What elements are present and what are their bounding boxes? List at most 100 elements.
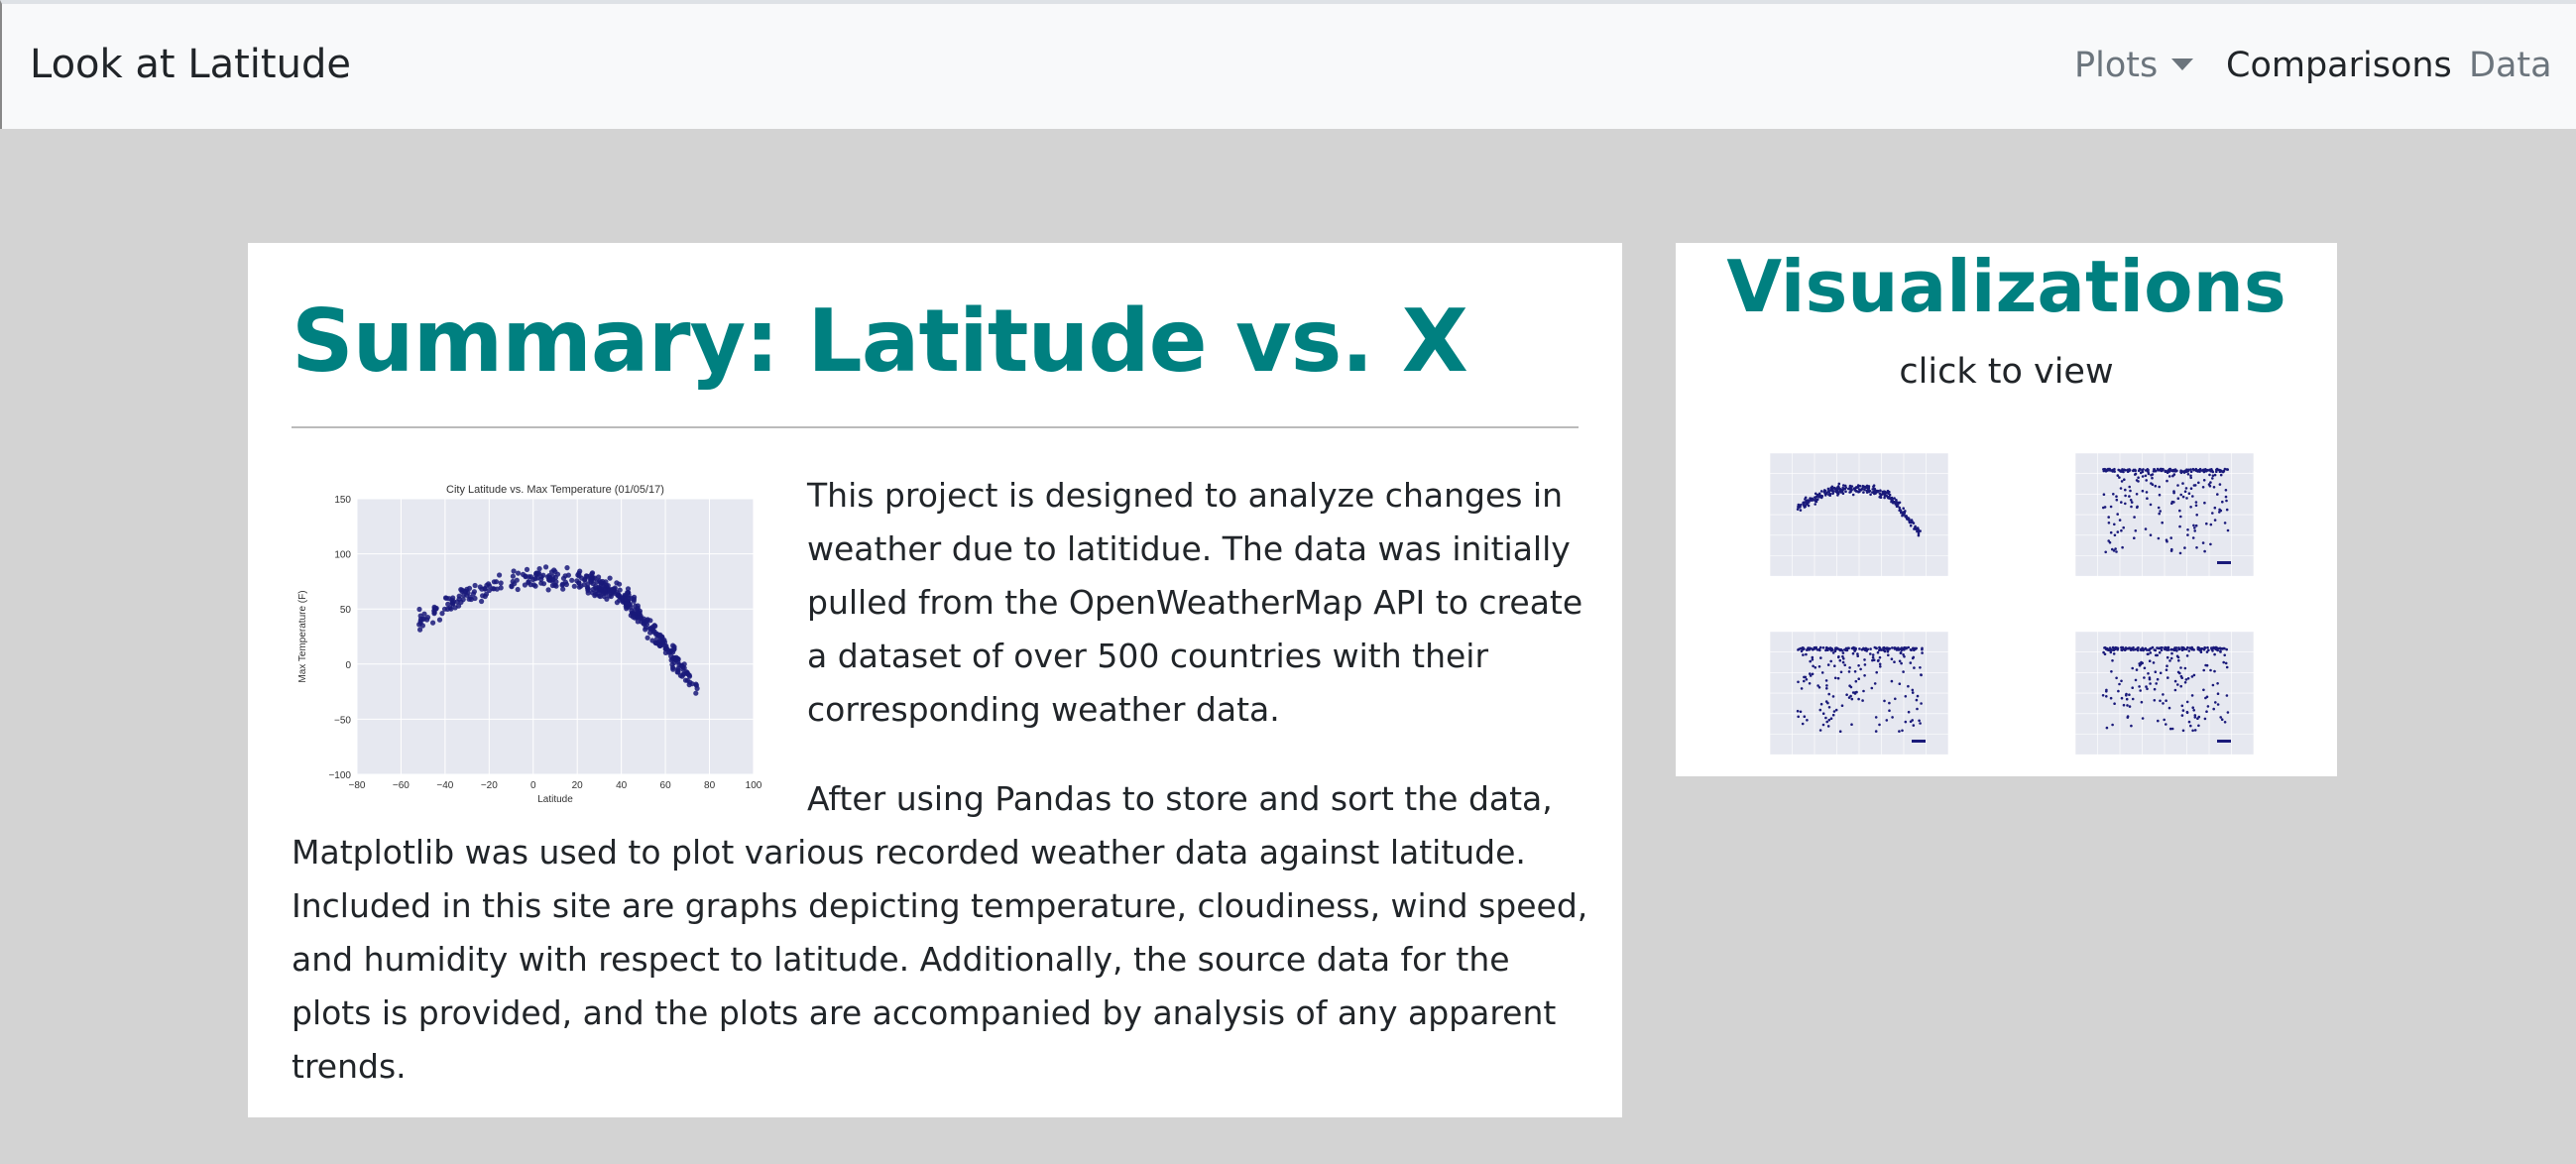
thumbnail-point xyxy=(1818,729,1822,732)
thumbnail-point xyxy=(2208,484,2212,488)
thumbnail-point xyxy=(2194,469,2198,472)
thumbnail-point xyxy=(2178,509,2181,513)
nav-data[interactable]: Data xyxy=(2469,46,2552,85)
thumbnail-point xyxy=(2194,504,2198,508)
scatter-point xyxy=(446,596,452,602)
thumbnail-wind-speed[interactable] xyxy=(2050,620,2264,768)
thumbnail-point xyxy=(1805,678,1809,681)
thumbnail-point xyxy=(1893,501,1896,504)
thumbnail-point xyxy=(2225,694,2229,697)
thumbnail-point xyxy=(1853,670,1857,673)
thumbnail-point xyxy=(1865,486,1868,490)
thumbnail-point xyxy=(1886,649,1890,653)
thumbnail-point xyxy=(1902,653,1905,656)
y-tick: 150 xyxy=(334,495,351,506)
thumbnail-point xyxy=(2128,468,2131,471)
scatter-point xyxy=(482,585,488,592)
thumbnail-point xyxy=(2157,536,2161,540)
thumbnail-point xyxy=(2165,723,2167,726)
thumbnail-point xyxy=(1876,490,1880,493)
thumbnail-point xyxy=(1834,647,1838,651)
visualizations-title: Visualizations xyxy=(1726,245,2286,328)
thumbnail-point xyxy=(1831,695,1835,698)
thumbnail-point xyxy=(1901,647,1904,651)
thumbnail-point xyxy=(2202,668,2205,672)
thumbnail-point xyxy=(2153,687,2157,691)
thumbnail-point xyxy=(2181,729,2185,733)
thumbnail-point xyxy=(2225,468,2229,471)
thumbnail-point xyxy=(2126,470,2130,473)
thumbnail-point xyxy=(1889,498,1893,501)
thumbnail-point xyxy=(2203,717,2207,721)
thumbnail-point xyxy=(1826,491,1830,494)
thumbnail-point xyxy=(2134,472,2138,476)
scatter-point xyxy=(563,581,569,588)
thumbnail-point xyxy=(2148,659,2152,662)
thumbnail-point xyxy=(2115,495,2118,498)
thumbnail-point xyxy=(2122,525,2125,529)
thumbnail-point xyxy=(2178,551,2182,555)
thumbnail-point xyxy=(2120,648,2123,651)
scatter-point xyxy=(668,657,674,663)
thumbnail-point xyxy=(1837,482,1841,486)
thumbnail-point xyxy=(2187,492,2191,495)
thumbnail-point xyxy=(2205,710,2208,713)
thumbnail-point xyxy=(2166,664,2168,667)
thumbnail-point xyxy=(2142,648,2145,652)
thumbnail-point xyxy=(2210,646,2213,649)
thumbnail-point xyxy=(2134,529,2138,532)
thumbnail-point xyxy=(2154,670,2158,673)
thumbnail-point xyxy=(2133,516,2136,519)
thumbnail-point xyxy=(1860,648,1864,651)
thumbnail-point xyxy=(1798,506,1802,509)
thumbnail-point xyxy=(2107,522,2111,524)
nav-plots-dropdown[interactable]: Plots xyxy=(2074,46,2194,85)
thumbnail-point xyxy=(1796,508,1800,511)
thumbnail-point xyxy=(2135,479,2139,482)
scatter-point xyxy=(598,586,604,592)
thumbnail-point xyxy=(2131,686,2134,689)
scatter-point xyxy=(479,598,485,605)
thumbnail-point xyxy=(2186,645,2189,649)
navbar-brand[interactable]: Look at Latitude xyxy=(30,42,351,87)
scatter-point xyxy=(463,588,469,594)
scatter-point xyxy=(430,620,436,626)
thumbnail-point xyxy=(1841,660,1845,664)
thumbnail-point xyxy=(2181,482,2184,485)
thumbnail-point xyxy=(2102,469,2106,473)
thumbnail-point xyxy=(2170,651,2173,655)
thumbnail-point xyxy=(2185,497,2188,500)
thumbnail-point xyxy=(2183,681,2187,684)
thumbnail-point xyxy=(2141,717,2145,720)
thumbnail-point xyxy=(2145,491,2149,494)
thumbnail-point xyxy=(1831,492,1834,495)
thumbnail-point xyxy=(2167,475,2171,478)
scatter-point xyxy=(657,642,663,648)
thumbnail-point xyxy=(2213,519,2217,522)
thumbnail-point xyxy=(2213,506,2217,510)
thumbnail-point xyxy=(2212,707,2215,711)
thumbnail-point xyxy=(2112,549,2116,552)
thumbnail-point xyxy=(2201,486,2205,489)
thumbnail-point xyxy=(1862,689,1865,693)
thumbnail-max-temperature[interactable] xyxy=(1745,441,1958,590)
thumbnail-point xyxy=(2117,689,2120,693)
thumbnail-point xyxy=(2145,479,2148,482)
thumbnail-humidity[interactable] xyxy=(2050,441,2264,590)
thumbnail-cloudiness[interactable] xyxy=(1745,620,1958,768)
thumbnail-point xyxy=(2112,493,2115,496)
thumbnail-point xyxy=(2120,645,2123,649)
thumbnail-point xyxy=(2125,694,2128,697)
scatter-point xyxy=(487,583,493,589)
thumbnail-point xyxy=(2120,528,2123,532)
thumbnail-point xyxy=(2168,659,2171,662)
thumbnail-point xyxy=(2223,721,2227,724)
nav-comparisons[interactable]: Comparisons xyxy=(2226,46,2452,85)
thumbnail-point xyxy=(2128,495,2131,498)
thumbnail-point xyxy=(2169,469,2173,472)
thumbnail-point xyxy=(2151,483,2155,486)
thumbnail-point xyxy=(1894,697,1897,701)
thumbnail-point xyxy=(1875,670,1878,674)
scatter-point xyxy=(675,666,681,672)
thumbnail-point xyxy=(1803,715,1807,718)
